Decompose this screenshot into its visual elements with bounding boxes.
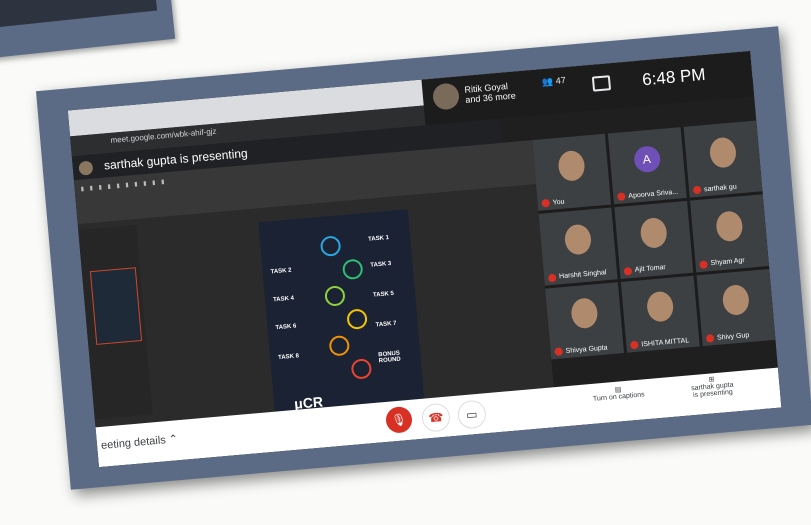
presenter-chip-label: Ritik Goyal and 36 more — [464, 81, 517, 105]
mic-off-icon — [617, 192, 626, 202]
present-button[interactable]: ⊞ sarthak gupta is presenting — [681, 373, 743, 400]
laptop-screen: meet.google.com/wbk-ahif-gjz Ritik Goyal… — [67, 50, 782, 468]
participant-video — [638, 216, 668, 249]
slide-label: TASK 8 — [277, 353, 300, 362]
task-circle-icon — [319, 235, 342, 257]
participant-tile[interactable]: A Apoorva Sriva... — [607, 127, 687, 205]
slide-label: TASK 4 — [272, 295, 295, 304]
participant-video — [714, 210, 744, 243]
mic-off-icon — [623, 266, 633, 276]
participant-video — [645, 290, 674, 323]
participant-tile[interactable]: Shivya Gupta — [545, 281, 625, 360]
phone-hangup-icon: ☎ — [427, 409, 445, 426]
meeting-details-button[interactable]: eeting details ⌃ — [101, 432, 179, 452]
participant-tile[interactable]: Harshit Singhal — [538, 207, 618, 286]
shared-screen-powerpoint: ▮ ▮ ▮ ▮ ▮ ▮ ▮ ▮ ▮ ▮ TASK 1 TASK 2 TASK 3… — [73, 140, 554, 428]
participant-name: Shivya Gupta — [554, 343, 608, 356]
slide-label: TASK 5 — [372, 290, 395, 299]
participant-name: Harshit Singhal — [547, 269, 607, 282]
mic-off-icon — [630, 340, 639, 350]
task-circle-icon — [324, 285, 346, 307]
avatar — [431, 82, 461, 111]
participant-name: Shivy Gup — [705, 331, 750, 343]
task-circle-icon — [341, 258, 364, 281]
participant-grid: You A Apoorva Sriva... sarthak gu Harshi… — [532, 120, 776, 360]
avatar — [78, 160, 94, 176]
chevron-up-icon: ⌃ — [168, 433, 179, 446]
slide-label: TASK 3 — [370, 260, 392, 269]
participant-tile[interactable]: Shyam Agr — [690, 194, 769, 273]
meet-top-bar: Ritik Goyal and 36 more 👥 47 6:48 PM — [421, 50, 755, 126]
avatar: A — [632, 144, 661, 173]
leave-call-button[interactable]: ☎ — [420, 402, 452, 433]
participant-count[interactable]: 👥 47 — [542, 75, 567, 88]
mic-off-icon — [554, 347, 564, 356]
current-slide: TASK 1 TASK 2 TASK 3 TASK 4 TASK 5 TASK … — [258, 209, 426, 422]
participant-tile[interactable]: Shivy Gup — [696, 268, 776, 347]
mic-toggle-button[interactable]: 🎙 — [384, 405, 414, 434]
participant-video — [563, 223, 592, 256]
presenter-chip[interactable]: Ritik Goyal and 36 more — [431, 77, 517, 111]
participant-name: Apoorva Sriva... — [617, 188, 678, 202]
slide-thumbnails — [78, 225, 153, 420]
meeting-time: 6:48 PM — [641, 64, 707, 90]
participant-name: Ajit Tomar — [623, 264, 667, 276]
participant-name: You — [541, 198, 565, 208]
participant-video — [721, 284, 750, 317]
camera-icon: ▭ — [465, 407, 479, 422]
slide-label: TASK 6 — [275, 323, 297, 332]
mic-off-icon: 🎙 — [390, 412, 408, 428]
participant-tile[interactable]: You — [532, 133, 612, 212]
participant-tile[interactable]: sarthak gu — [683, 120, 763, 198]
participant-name: Shyam Agr — [699, 257, 745, 269]
task-circle-icon — [350, 358, 373, 380]
slide-thumbnail — [89, 267, 143, 345]
people-icon: 👥 — [541, 76, 554, 88]
photo-frame: meet.google.com/wbk-ahif-gjz Ritik Goyal… — [35, 26, 811, 490]
background-photo-screen — [0, 0, 158, 30]
chat-icon[interactable] — [591, 75, 612, 92]
participant-tile[interactable]: Ajit Tomar — [614, 201, 694, 279]
slide-label: TASK 1 — [367, 235, 390, 243]
captions-button[interactable]: ▤ Turn on captions — [592, 383, 645, 402]
mic-off-icon — [547, 273, 557, 282]
participant-name: sarthak gu — [692, 183, 737, 195]
task-circle-icon — [346, 308, 368, 330]
participant-video — [556, 149, 586, 182]
slide-label: BONUS ROUND — [378, 350, 402, 365]
background-photo-frame — [0, 0, 176, 61]
slide-label: TASK 2 — [270, 267, 292, 276]
participant-tile[interactable]: ISHITA MITTAL — [620, 275, 700, 353]
camera-toggle-button[interactable]: ▭ — [456, 399, 487, 430]
participant-count-value: 47 — [555, 75, 567, 86]
participant-name: ISHITA MITTAL — [630, 336, 689, 350]
ppt-tabs: ▮ ▮ ▮ ▮ ▮ ▮ ▮ ▮ ▮ ▮ — [80, 179, 167, 193]
mic-off-icon — [705, 334, 715, 343]
participant-video — [708, 136, 737, 169]
slide-label: TASK 7 — [375, 320, 397, 329]
mic-off-icon — [699, 260, 708, 269]
participant-video — [569, 297, 599, 330]
task-circle-icon — [328, 334, 351, 357]
mic-off-icon — [692, 185, 702, 195]
mic-off-icon — [541, 199, 551, 208]
